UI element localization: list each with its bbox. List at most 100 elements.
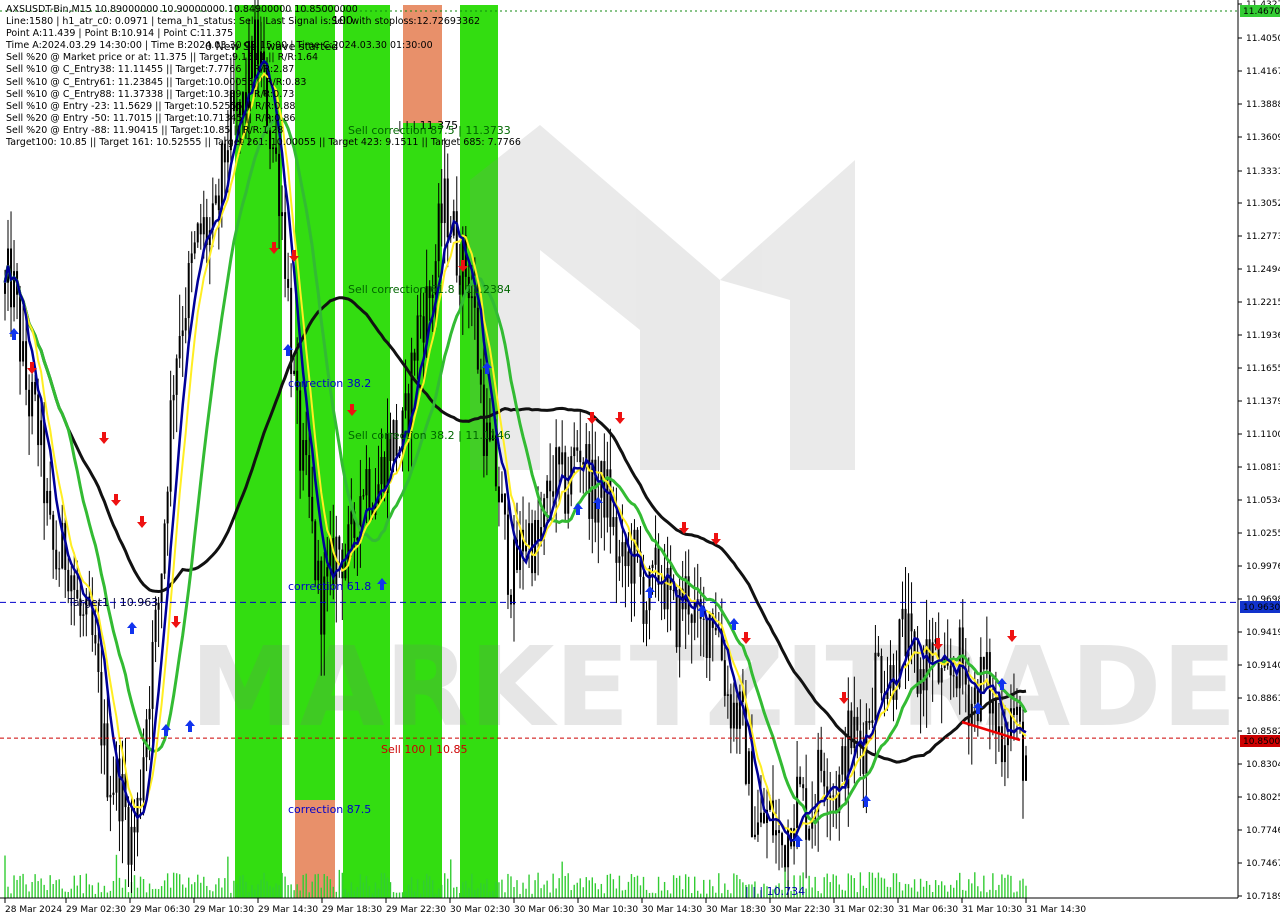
candle-body [362, 495, 365, 497]
volume-bar [82, 893, 85, 898]
volume-bar [721, 893, 723, 898]
candle-body [630, 551, 633, 584]
time-tick-label: 29 Mar 02:30 [66, 905, 126, 915]
volume-bar [40, 878, 42, 898]
volume-bar [194, 882, 196, 898]
volume-bar [621, 890, 624, 898]
candle-body [642, 576, 645, 624]
volume-bar [434, 893, 437, 898]
volume-bar [206, 885, 208, 898]
volume-bar [492, 890, 494, 898]
volume-bar [910, 887, 913, 898]
volume-bar [272, 887, 274, 898]
volume-bar [356, 887, 359, 898]
candle-body [178, 336, 181, 359]
candle-body [823, 770, 826, 787]
volume-bar [85, 873, 88, 898]
volume-bar [805, 888, 807, 898]
candle-body [949, 665, 952, 676]
candle-body [868, 721, 871, 723]
volume-bar [233, 880, 235, 898]
volume-bar [305, 873, 307, 898]
price-tick-label: 10.7189 [1246, 892, 1280, 902]
candle-body [558, 447, 561, 465]
time-tick-label: 28 Mar 2024 [5, 905, 62, 915]
info-line: Sell %10 @ C_Entry38: 11.11455 || Target… [6, 64, 295, 76]
time-tick-label: 29 Mar 06:30 [130, 905, 190, 915]
volume-bar [254, 889, 256, 898]
volume-bar [727, 889, 729, 898]
volume-bar [588, 880, 590, 898]
volume-bar [811, 887, 813, 898]
volume-bar [477, 888, 479, 898]
volume-bar [597, 889, 600, 898]
candle-body [1025, 755, 1027, 781]
candle-body [600, 461, 603, 498]
volume-bar [992, 873, 994, 898]
volume-bar [103, 885, 106, 898]
volume-bar [181, 884, 184, 898]
candle-body [537, 519, 540, 541]
volume-bar [934, 880, 937, 898]
volume-bar [501, 879, 503, 898]
volume-bar [724, 883, 726, 898]
volume-bar [278, 885, 280, 898]
volume-bar [215, 884, 217, 898]
volume-bar [715, 892, 717, 898]
volume-bar [200, 882, 202, 898]
time-tick-label: 31 Mar 14:30 [1026, 905, 1086, 915]
volume-bar [329, 879, 331, 898]
volume-bar [856, 892, 859, 898]
volume-bar [91, 885, 94, 898]
candle-body [287, 278, 290, 288]
volume-bar [564, 875, 566, 898]
volume-bar [823, 877, 825, 898]
volume-bar [308, 892, 310, 898]
candle-body [217, 195, 220, 211]
volume-bar [1004, 877, 1006, 898]
candle-body [618, 556, 621, 563]
volume-bar [549, 892, 551, 898]
volume-bar [236, 883, 238, 898]
volume-bar [73, 875, 75, 898]
candle-body [1003, 745, 1006, 763]
volume-bar [474, 890, 476, 898]
volume-bar [950, 884, 952, 898]
candle-body [723, 660, 726, 696]
volume-bar [61, 888, 63, 898]
volume-bar [70, 888, 72, 898]
volume-bar [675, 877, 678, 898]
volume-bar [471, 873, 473, 898]
volume-bar [392, 892, 395, 898]
volume-bar [374, 882, 377, 898]
candle-body [781, 833, 784, 846]
volume-bar [347, 892, 350, 898]
time-tick-label: 30 Mar 22:30 [770, 905, 830, 915]
target1-label: Target1 | 10.963 [67, 596, 158, 609]
volume-bar [859, 872, 862, 898]
volume-bar [197, 874, 199, 898]
volume-bar [971, 883, 973, 898]
correction-87-label: correction 87.5 [288, 803, 371, 816]
candle-body [437, 203, 440, 262]
candle-body [380, 456, 383, 485]
volume-bar [820, 893, 822, 898]
candle-body [305, 440, 308, 456]
volume-bar [239, 876, 241, 898]
volume-bar [428, 876, 431, 898]
volume-bar [618, 875, 621, 898]
candle-body [750, 751, 753, 838]
time-tick-label: 29 Mar 10:30 [194, 905, 254, 915]
time-tick-label: 31 Mar 06:30 [898, 905, 958, 915]
volume-bar [64, 891, 66, 898]
price-tick-label: 11.2494 [1246, 265, 1280, 275]
volume-bar [58, 879, 60, 898]
price-tick-label: 10.7467 [1246, 859, 1280, 869]
candle-body [154, 609, 157, 642]
candle-body [802, 784, 805, 789]
candle-body [299, 390, 302, 471]
candle-body [509, 594, 512, 605]
volume-bar [212, 891, 214, 898]
volume-bar [139, 876, 142, 898]
volume-bar [603, 893, 606, 898]
